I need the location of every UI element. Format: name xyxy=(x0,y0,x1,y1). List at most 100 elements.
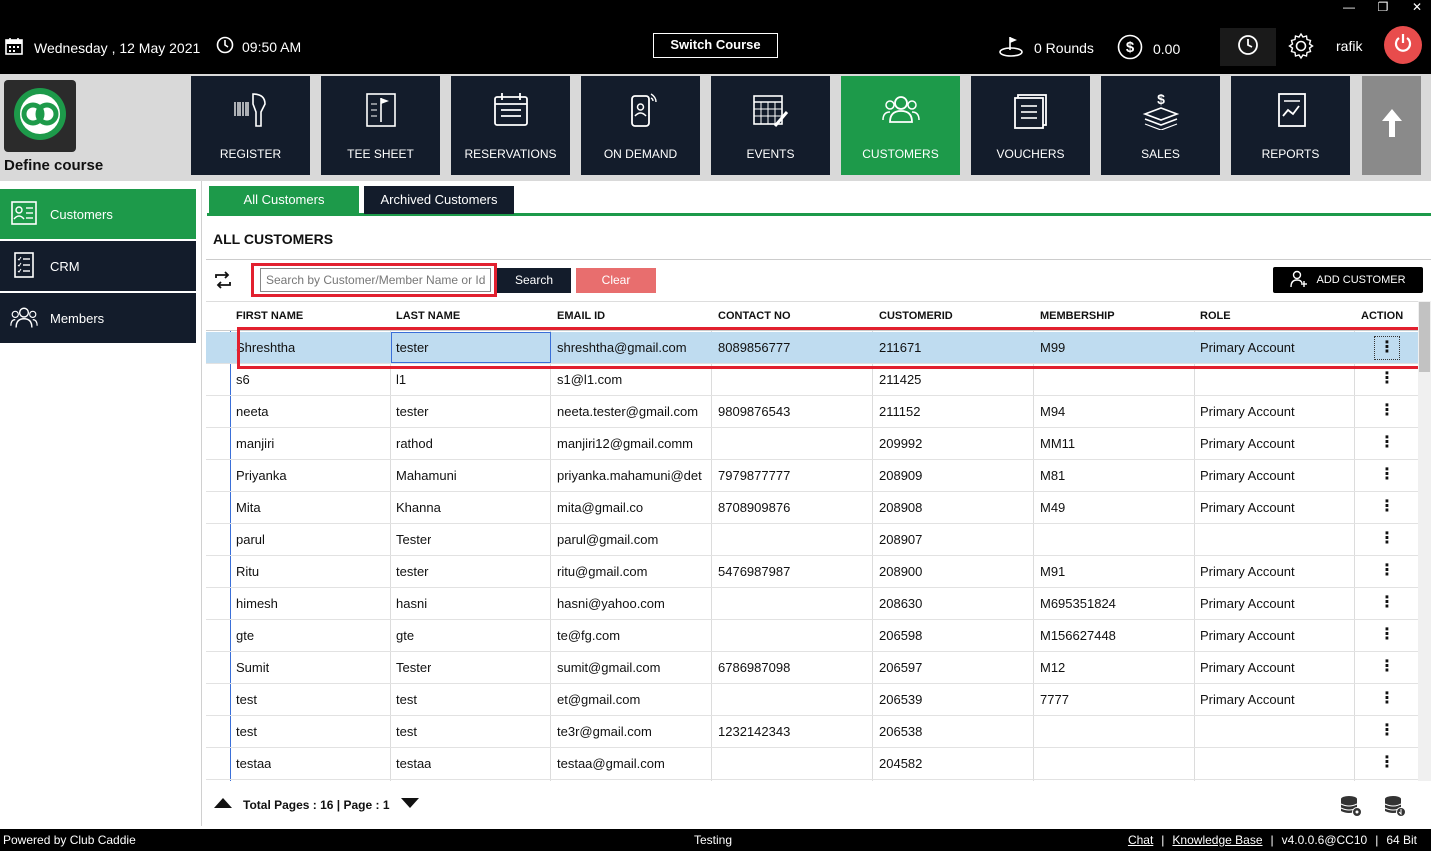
cell-first-name[interactable]: parul xyxy=(236,532,265,547)
cell-first-name[interactable]: s6 xyxy=(236,372,250,387)
cell-customer-id[interactable]: 208630 xyxy=(879,596,922,611)
cell-last-name[interactable]: Khanna xyxy=(396,500,441,515)
cell-last-name[interactable]: testaa xyxy=(396,756,431,771)
timeclock-button[interactable] xyxy=(1220,28,1276,66)
cell-membership[interactable]: M94 xyxy=(1040,404,1065,419)
cell-email[interactable]: testaa@gmail.com xyxy=(557,756,665,771)
module-on-demand[interactable]: ON DEMAND xyxy=(581,76,700,175)
cell-contact[interactable]: 9809876543 xyxy=(718,404,790,419)
add-customer-button[interactable]: ADD CUSTOMER xyxy=(1273,267,1423,293)
cell-email[interactable]: sumit@gmail.com xyxy=(557,660,661,675)
table-row[interactable]: Ritu tester ritu@gmail.com 5476987987 208900… xyxy=(206,556,1418,588)
tab-all-customers[interactable]: All Customers xyxy=(209,186,359,214)
search-input[interactable] xyxy=(260,268,491,292)
restore-icon[interactable]: ❐ xyxy=(1375,0,1391,14)
column-header-contact[interactable]: CONTACT NO xyxy=(718,310,791,322)
cell-customer-id[interactable]: 209992 xyxy=(879,436,922,451)
cell-customer-id[interactable]: 206539 xyxy=(879,692,922,707)
cell-email[interactable]: parul@gmail.com xyxy=(557,532,658,547)
cell-first-name[interactable]: Mita xyxy=(236,500,261,515)
cell-first-name[interactable]: Sumit xyxy=(236,660,269,675)
cell-first-name[interactable]: test xyxy=(236,692,257,707)
cell-membership[interactable]: M49 xyxy=(1040,500,1065,515)
row-actions-icon[interactable]: ⋮ xyxy=(1374,464,1400,488)
cell-first-name[interactable]: Priyanka xyxy=(236,468,287,483)
cell-customer-id[interactable]: 204582 xyxy=(879,756,922,771)
row-actions-icon[interactable]: ⋮ xyxy=(1374,720,1400,744)
cell-role[interactable]: Primary Account xyxy=(1200,660,1295,675)
sidebar-item-customers[interactable]: Customers xyxy=(0,189,196,239)
cell-customer-id[interactable]: 211425 xyxy=(879,372,921,387)
cell-email[interactable]: et@gmail.com xyxy=(557,692,640,707)
cell-membership[interactable]: MM11 xyxy=(1040,436,1075,451)
cell-membership[interactable]: 7777 xyxy=(1040,692,1069,707)
cell-first-name[interactable]: Ritu xyxy=(236,564,259,579)
row-actions-icon[interactable]: ⋮ xyxy=(1374,528,1400,552)
cell-email[interactable]: hasni@yahoo.com xyxy=(557,596,665,611)
clear-button[interactable]: Clear xyxy=(576,268,656,293)
cell-last-name[interactable]: gte xyxy=(396,628,414,643)
cell-email[interactable]: neeta.tester@gmail.com xyxy=(557,404,698,419)
table-row[interactable]: Mita Khanna mita@gmail.co 8708909876 208908 M… xyxy=(206,492,1418,524)
sidebar-item-crm[interactable]: CRM xyxy=(0,241,196,291)
cell-first-name[interactable]: himesh xyxy=(236,596,278,611)
user-name[interactable]: rafik xyxy=(1336,38,1362,54)
cell-customer-id[interactable]: 208909 xyxy=(879,468,922,483)
cell-role[interactable]: Primary Account xyxy=(1200,404,1295,419)
cell-first-name[interactable]: test xyxy=(236,724,257,739)
module-sales[interactable]: $ SALES xyxy=(1101,76,1220,175)
module-vouchers[interactable]: VOUCHERS xyxy=(971,76,1090,175)
cell-customer-id[interactable]: 208900 xyxy=(879,564,922,579)
search-button[interactable]: Search xyxy=(497,268,571,293)
table-row[interactable]: manjiri rathod manjiri12@gmail.comm 209992 M… xyxy=(206,428,1418,460)
module-reports[interactable]: REPORTS xyxy=(1231,76,1350,175)
cell-last-name[interactable]: Tester xyxy=(396,660,431,675)
table-scrollbar[interactable] xyxy=(1418,301,1431,781)
table-row[interactable]: neeta tester neeta.tester@gmail.com 9809876… xyxy=(206,396,1418,428)
rounds-display[interactable]: 0 Rounds xyxy=(998,34,1094,61)
close-icon[interactable]: ✕ xyxy=(1409,0,1425,14)
table-row[interactable]: parul Tester parul@gmail.com 208907 ⋮ xyxy=(206,524,1418,556)
cell-email[interactable]: te@fg.com xyxy=(557,628,620,643)
database-download-icon[interactable] xyxy=(1384,794,1406,823)
cell-last-name[interactable]: hasni xyxy=(396,596,427,611)
table-row[interactable]: Sumit Tester sumit@gmail.com 6786987098 2065… xyxy=(206,652,1418,684)
cell-membership[interactable]: M81 xyxy=(1040,468,1065,483)
row-actions-icon[interactable]: ⋮ xyxy=(1374,592,1400,616)
column-header-role[interactable]: ROLE xyxy=(1200,310,1231,322)
cell-role[interactable]: Primary Account xyxy=(1200,468,1295,483)
column-header-customer-id[interactable]: CUSTOMERID xyxy=(879,310,953,322)
cell-role[interactable]: Primary Account xyxy=(1200,596,1295,611)
row-actions-icon[interactable]: ⋮ xyxy=(1374,656,1400,680)
balance-display[interactable]: $ 0.00 xyxy=(1117,34,1180,63)
cell-email[interactable]: mita@gmail.co xyxy=(557,500,643,515)
module-reservations[interactable]: RESERVATIONS xyxy=(451,76,570,175)
minimize-icon[interactable]: — xyxy=(1341,0,1357,14)
cell-contact[interactable]: 6786987098 xyxy=(718,660,790,675)
cell-membership[interactable]: M12 xyxy=(1040,660,1065,675)
cell-role[interactable]: Primary Account xyxy=(1200,692,1295,707)
cell-customer-id[interactable]: 208908 xyxy=(879,500,922,515)
cell-membership[interactable]: M695351824 xyxy=(1040,596,1116,611)
cell-last-name[interactable]: test xyxy=(396,692,417,707)
cell-email[interactable]: s1@l1.com xyxy=(557,372,622,387)
tab-archived-customers[interactable]: Archived Customers xyxy=(364,186,514,214)
cell-contact[interactable]: 8708909876 xyxy=(718,500,790,515)
cell-email[interactable]: manjiri12@gmail.comm xyxy=(557,436,693,451)
cell-role[interactable]: Primary Account xyxy=(1200,500,1295,515)
cell-last-name[interactable]: Tester xyxy=(396,532,431,547)
row-actions-icon[interactable]: ⋮ xyxy=(1374,400,1400,424)
cell-contact[interactable]: 7979877777 xyxy=(718,468,790,483)
table-row[interactable]: testaa testaa testaa@gmail.com 204582 ⋮ xyxy=(206,748,1418,780)
database-settings-icon[interactable] xyxy=(1340,794,1362,823)
cell-last-name[interactable]: rathod xyxy=(396,436,433,451)
cell-role[interactable]: Primary Account xyxy=(1200,436,1295,451)
cell-membership[interactable]: M156627448 xyxy=(1040,628,1116,643)
cell-first-name[interactable]: neeta xyxy=(236,404,269,419)
previous-page-icon[interactable] xyxy=(213,797,233,812)
cell-last-name[interactable]: tester xyxy=(396,404,429,419)
cell-customer-id[interactable]: 208907 xyxy=(879,532,922,547)
row-actions-icon[interactable]: ⋮ xyxy=(1374,752,1400,776)
cell-last-name[interactable]: test xyxy=(396,724,417,739)
cell-customer-id[interactable]: 206538 xyxy=(879,724,922,739)
